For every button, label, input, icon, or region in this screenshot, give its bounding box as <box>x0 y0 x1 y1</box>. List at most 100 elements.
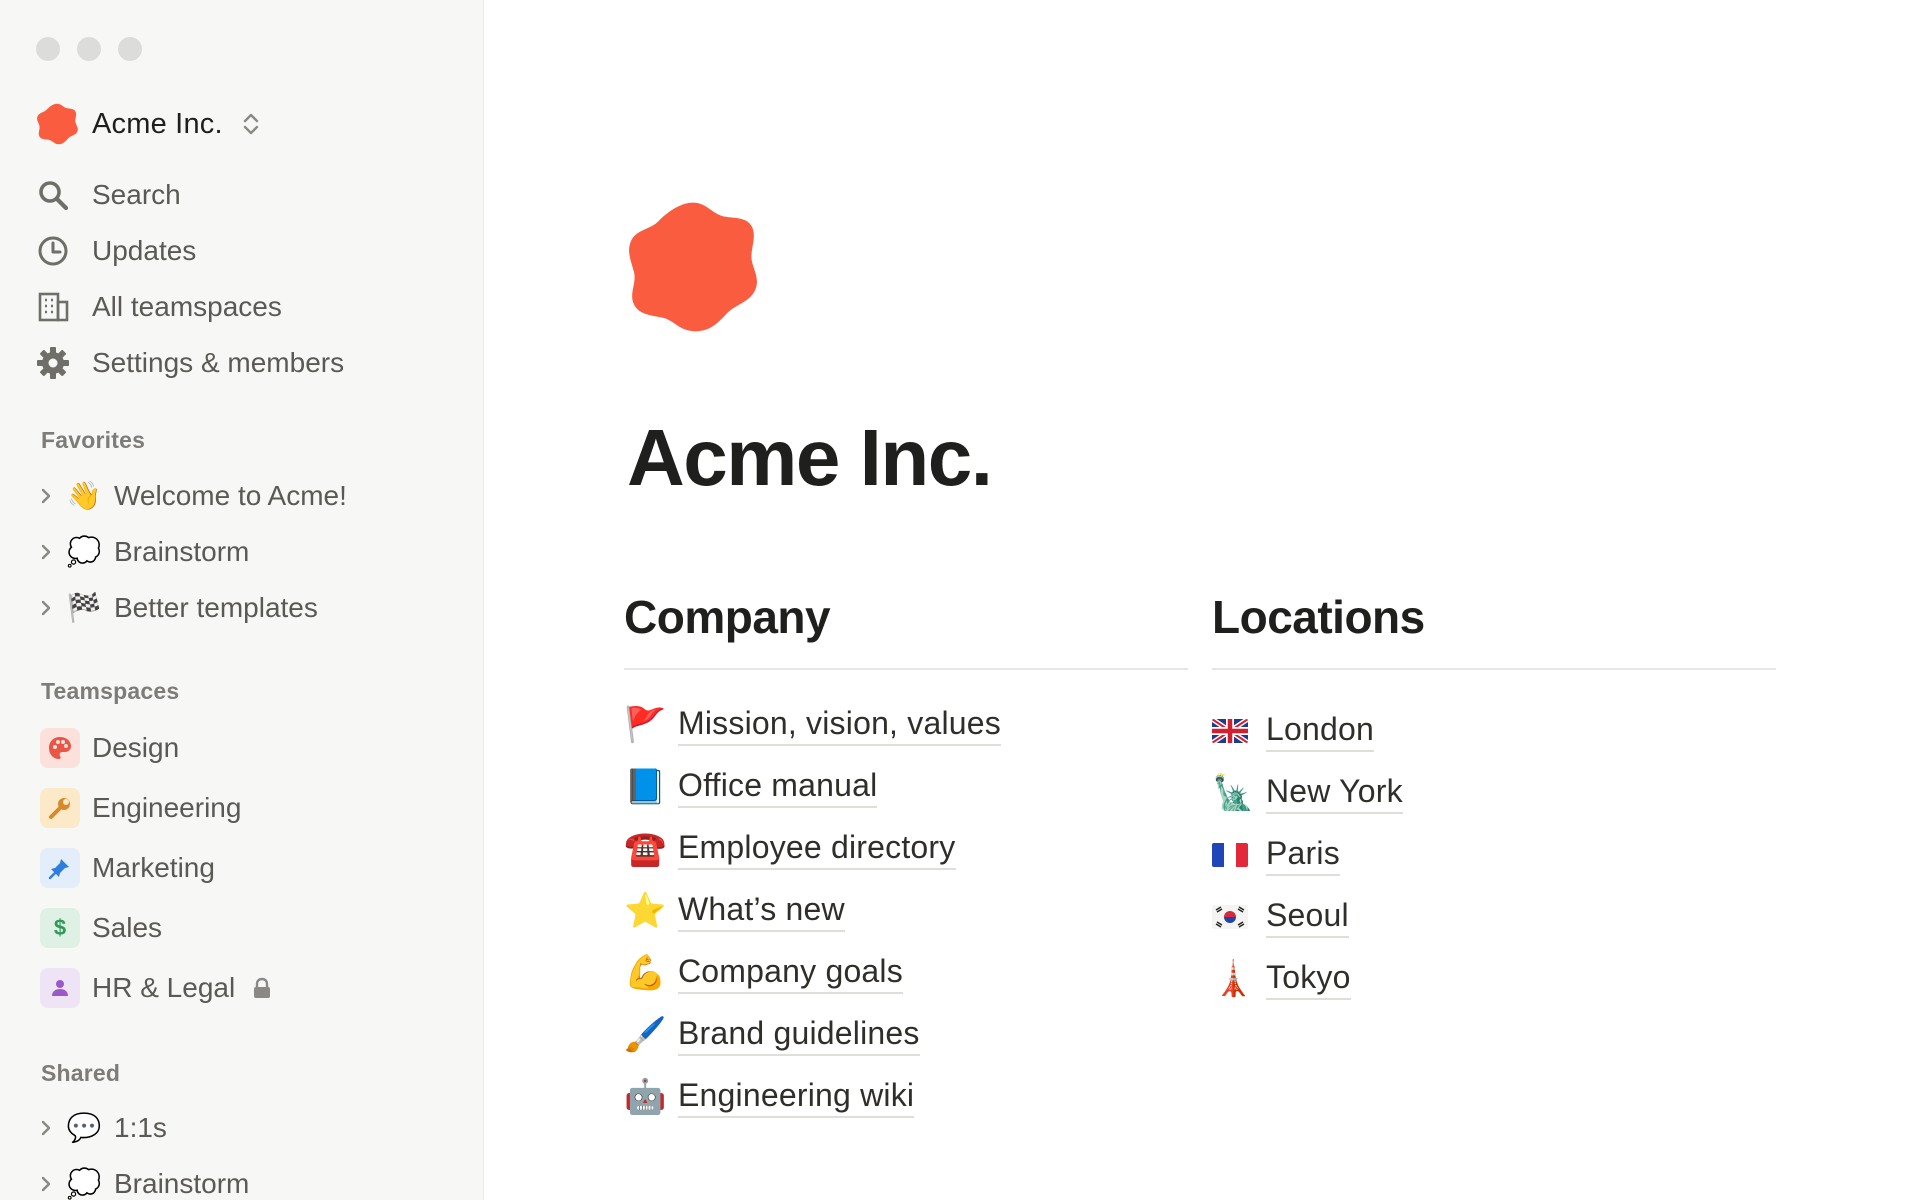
page-link-brand-guidelines[interactable]: 🖌️ Brand guidelines <box>624 1004 1188 1066</box>
page-link-tokyo[interactable]: 🗼 Tokyo <box>1212 948 1776 1010</box>
favorite-item-brainstorm[interactable]: 💭 Brainstorm <box>36 530 456 574</box>
nav-settings-label: Settings & members <box>92 347 345 378</box>
page-link-label[interactable]: What’s new <box>678 890 845 932</box>
workspace-logo-icon <box>37 103 78 145</box>
sidebar: Acme Inc. Search Updates All teamspaces … <box>0 0 484 1200</box>
teamspace-item-label: Engineering <box>92 792 242 823</box>
building-icon <box>38 292 69 322</box>
teamspace-item-design[interactable]: Design <box>40 726 460 770</box>
nav-teamspaces-label: All teamspaces <box>92 291 282 322</box>
divider <box>1212 668 1776 670</box>
chevron-right-icon[interactable] <box>36 598 56 618</box>
locations-heading: Locations <box>1212 591 1425 643</box>
favorite-item-label: Better templates <box>114 592 318 623</box>
teamspace-item-hr-legal[interactable]: HR & Legal <box>40 966 460 1010</box>
page-link-label[interactable]: Tokyo <box>1266 958 1351 1000</box>
locations-column: Locations London 🗽 New York Paris Seoul … <box>1212 590 1776 1010</box>
nav-all-teamspaces[interactable]: All teamspaces <box>36 285 456 329</box>
company-heading: Company <box>624 591 831 643</box>
favorite-item-label: Welcome to Acme! <box>114 480 347 511</box>
page-link-label[interactable]: Paris <box>1266 834 1340 876</box>
shared-item-brainstorm[interactable]: 💭 Brainstorm <box>36 1162 456 1200</box>
teamspace-item-marketing[interactable]: Marketing <box>40 846 460 890</box>
chevron-right-icon[interactable] <box>36 1118 56 1138</box>
palette-icon <box>40 728 80 768</box>
page-link-label[interactable]: Employee directory <box>678 828 956 870</box>
page-content: Acme Inc. Company 🚩 Mission, vision, val… <box>484 0 1920 1200</box>
page-link-engineering-wiki[interactable]: 🤖 Engineering wiki <box>624 1066 1188 1128</box>
divider <box>624 668 1188 670</box>
favorite-item-label: Brainstorm <box>114 536 250 567</box>
shared-item-label: 1:1s <box>114 1112 167 1143</box>
page-link-company-goals[interactable]: 💪 Company goals <box>624 942 1188 1004</box>
dollar-icon: $ <box>40 908 80 948</box>
company-links: 🚩 Mission, vision, values 📘 Office manua… <box>624 694 1188 1128</box>
favorite-item-better-templates[interactable]: 🏁 Better templates <box>36 586 456 630</box>
page-link-new-york[interactable]: 🗽 New York <box>1212 762 1776 824</box>
nav-settings[interactable]: Settings & members <box>36 341 456 385</box>
workspace-switcher[interactable]: Acme Inc. <box>35 101 262 147</box>
chevron-right-icon[interactable] <box>36 486 56 506</box>
page-link-label[interactable]: Brand guidelines <box>678 1014 920 1056</box>
uk-flag-icon <box>1212 719 1254 743</box>
telephone-icon: ☎️ <box>624 830 667 868</box>
chevron-right-icon[interactable] <box>36 1174 56 1194</box>
nav-updates-label: Updates <box>92 235 197 266</box>
thought-bubble-icon: 💭 <box>66 536 102 567</box>
page-link-label[interactable]: London <box>1266 710 1374 752</box>
gear-icon <box>37 347 69 379</box>
shared-item-label: Brainstorm <box>114 1168 250 1199</box>
robot-icon: 🤖 <box>624 1078 667 1116</box>
search-icon <box>39 181 69 211</box>
pin-icon <box>40 848 80 888</box>
page-title[interactable]: Acme Inc. <box>627 412 993 504</box>
page-link-label[interactable]: New York <box>1266 772 1403 814</box>
teamspace-item-label: Design <box>92 732 180 763</box>
page-icon[interactable] <box>624 200 762 334</box>
close-window-button[interactable] <box>36 37 60 61</box>
page-link-london[interactable]: London <box>1212 700 1776 762</box>
page-link-seoul[interactable]: Seoul <box>1212 886 1776 948</box>
statue-of-liberty-icon: 🗽 <box>1212 774 1255 812</box>
teamspace-item-label: HR & Legal <box>92 972 236 1003</box>
nav-search[interactable]: Search <box>36 173 456 217</box>
page-link-office-manual[interactable]: 📘 Office manual <box>624 756 1188 818</box>
tokyo-tower-icon: 🗼 <box>1212 960 1255 998</box>
waving-hand-icon: 👋 <box>66 480 102 511</box>
teamspace-item-label: Marketing <box>92 852 215 883</box>
maximize-window-button[interactable] <box>118 37 142 61</box>
locations-links: London 🗽 New York Paris Seoul 🗼 Tokyo <box>1212 700 1776 1010</box>
flexed-bicep-icon: 💪 <box>624 954 667 992</box>
page-link-mission[interactable]: 🚩 Mission, vision, values <box>624 694 1188 756</box>
page-link-label[interactable]: Seoul <box>1266 896 1349 938</box>
page-link-label[interactable]: Engineering wiki <box>678 1076 915 1118</box>
shared-item-1on1s[interactable]: 💬 1:1s <box>36 1106 456 1150</box>
france-flag-icon <box>1212 843 1254 867</box>
person-icon <box>40 968 80 1008</box>
nav-updates[interactable]: Updates <box>36 229 456 273</box>
app-window: Acme Inc. Search Updates All teamspaces … <box>0 0 1920 1200</box>
chevron-up-down-icon <box>243 113 258 135</box>
shared-section-label[interactable]: Shared <box>41 1060 120 1087</box>
chevron-right-icon[interactable] <box>36 542 56 562</box>
page-link-label[interactable]: Mission, vision, values <box>678 704 1001 746</box>
page-link-label[interactable]: Office manual <box>678 766 878 808</box>
page-link-whats-new[interactable]: ⭐ What’s new <box>624 880 1188 942</box>
page-link-paris[interactable]: Paris <box>1212 824 1776 886</box>
minimize-window-button[interactable] <box>77 37 101 61</box>
clock-icon <box>38 236 68 266</box>
teamspace-item-engineering[interactable]: Engineering <box>40 786 460 830</box>
checkered-flag-icon: 🏁 <box>66 592 102 623</box>
paintbrush-icon: 🖌️ <box>624 1016 667 1054</box>
page-link-label[interactable]: Company goals <box>678 952 903 994</box>
page-link-employee-directory[interactable]: ☎️ Employee directory <box>624 818 1188 880</box>
favorites-section-label[interactable]: Favorites <box>41 427 145 454</box>
teamspace-item-sales[interactable]: $ Sales <box>40 906 460 950</box>
favorite-item-welcome[interactable]: 👋 Welcome to Acme! <box>36 474 456 518</box>
teamspace-item-label: Sales <box>92 912 163 943</box>
thought-bubble-icon: 💭 <box>66 1168 102 1199</box>
korea-flag-icon <box>1212 905 1254 929</box>
teamspaces-section-label[interactable]: Teamspaces <box>41 678 179 705</box>
company-column: Company 🚩 Mission, vision, values 📘 Offi… <box>624 590 1188 1128</box>
nav-search-label: Search <box>92 179 181 210</box>
